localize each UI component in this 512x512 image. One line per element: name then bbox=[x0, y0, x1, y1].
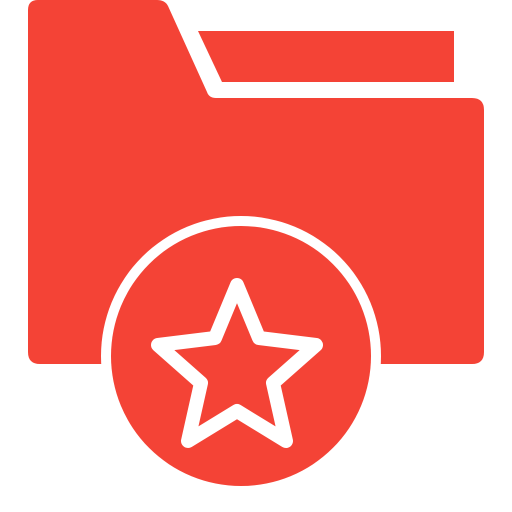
badge-circle bbox=[111, 226, 371, 486]
icon-canvas bbox=[0, 0, 512, 512]
folder-back-tab bbox=[198, 31, 454, 82]
favorite-folder-icon bbox=[28, 0, 484, 496]
